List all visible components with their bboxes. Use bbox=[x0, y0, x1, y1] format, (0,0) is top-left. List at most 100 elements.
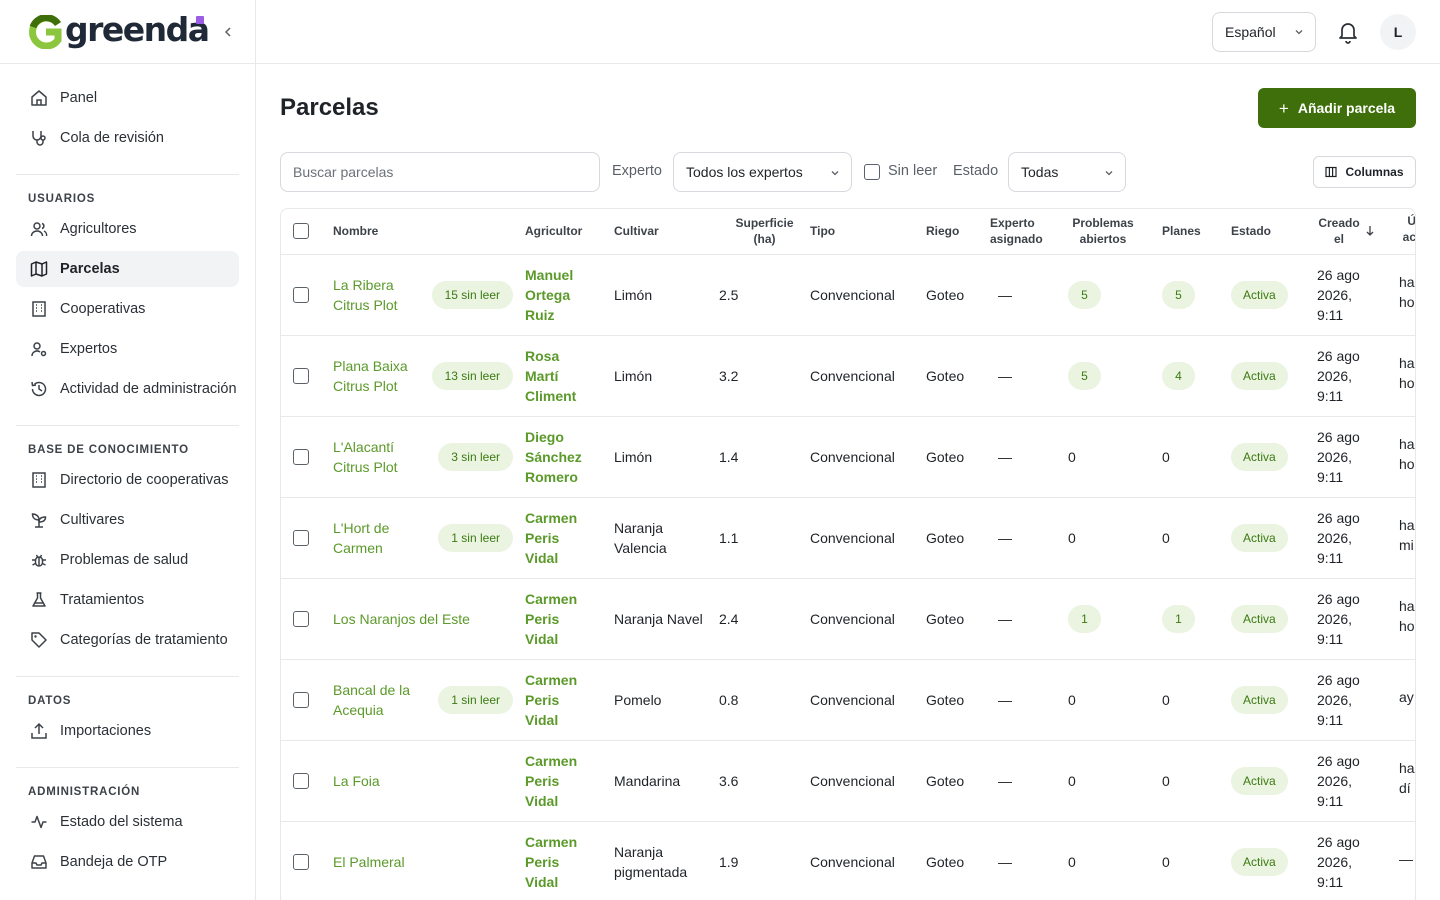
sidebar-item-flask[interactable]: Tratamientos bbox=[16, 582, 239, 618]
expert-cell: — bbox=[990, 821, 1068, 900]
expert-filter-select[interactable]: Todos los expertos bbox=[673, 152, 852, 192]
cultivar-cell: Limón bbox=[614, 335, 719, 417]
row-checkbox[interactable] bbox=[293, 610, 309, 627]
row-checkbox[interactable] bbox=[293, 691, 309, 708]
plans-cell: 1 bbox=[1162, 578, 1231, 660]
farmer-link[interactable]: Carmen Peris Vidal bbox=[525, 670, 585, 730]
problems-cell: 1 bbox=[1068, 578, 1162, 660]
type-cell: Convencional bbox=[810, 335, 926, 417]
table-row[interactable]: El Palmeral Carmen Peris Vidal Naranja pig… bbox=[281, 821, 1415, 900]
farmer-link[interactable]: Rosa Martí Climent bbox=[525, 346, 585, 406]
last-activity-value: — bbox=[1399, 851, 1413, 867]
plot-name-link[interactable]: L'Hort de Carmen bbox=[333, 518, 415, 558]
plans-badge: 1 bbox=[1162, 604, 1195, 633]
plot-name-link[interactable]: Los Naranjos del Este bbox=[333, 609, 470, 629]
plans-cell: 0 bbox=[1162, 659, 1231, 741]
farmer-link[interactable]: Manuel Ortega Ruiz bbox=[525, 265, 585, 325]
collapse-sidebar-button[interactable] bbox=[218, 22, 238, 42]
header-expert[interactable]: Experto asignado bbox=[990, 209, 1068, 255]
nav-group: USUARIOS Agricultores Parcelas Cooperativas… bbox=[16, 175, 239, 426]
farmer-cell: Rosa Martí Climent bbox=[525, 335, 614, 417]
expert-cell: — bbox=[990, 335, 1068, 417]
row-checkbox[interactable] bbox=[293, 367, 309, 384]
header-type[interactable]: Tipo bbox=[810, 209, 926, 255]
farmer-link[interactable]: Carmen Peris Vidal bbox=[525, 832, 585, 892]
problems-cell: 5 bbox=[1068, 254, 1162, 336]
plot-name-link[interactable]: Bancal de la Acequia bbox=[333, 680, 415, 720]
status-filter-value: Todas bbox=[1021, 164, 1059, 180]
upload-icon bbox=[30, 722, 48, 740]
row-checkbox[interactable] bbox=[293, 448, 309, 465]
plot-name-link[interactable]: La Ribera Citrus Plot bbox=[333, 275, 415, 315]
header-cultivar[interactable]: Cultivar bbox=[614, 209, 719, 255]
sidebar-item-bug[interactable]: Problemas de salud bbox=[16, 542, 239, 578]
last-activity-value: ha ho bbox=[1399, 274, 1415, 310]
header-name[interactable]: Nombre bbox=[333, 209, 525, 255]
sidebar-item-activity[interactable]: Estado del sistema bbox=[16, 804, 239, 840]
sidebar-item-stethoscope[interactable]: Cola de revisión bbox=[16, 120, 239, 156]
created-value: 26 ago 2026, 9:11 bbox=[1317, 590, 1360, 647]
plot-name-link[interactable]: L'Alacantí Citrus Plot bbox=[333, 437, 415, 477]
plus-icon: + bbox=[1278, 98, 1289, 118]
plot-name-link[interactable]: Plana Baixa Citrus Plot bbox=[333, 356, 415, 396]
sidebar-item-upload[interactable]: Importaciones bbox=[16, 713, 239, 749]
sidebar-item-user-cog[interactable]: Expertos bbox=[16, 331, 239, 367]
unread-label: Sin leer bbox=[888, 163, 938, 179]
plot-name-link[interactable]: La Foia bbox=[333, 771, 380, 791]
plot-name-cell: Los Naranjos del Este bbox=[333, 578, 525, 660]
plot-name-cell: Bancal de la Acequia 1 sin leer bbox=[333, 659, 525, 741]
sidebar-item-map[interactable]: Parcelas bbox=[16, 251, 239, 287]
irrigation-cell: Goteo bbox=[926, 335, 990, 417]
sidebar-item-inbox[interactable]: Bandeja de OTP bbox=[16, 844, 239, 880]
header-irrigation[interactable]: Riego bbox=[926, 209, 990, 255]
row-checkbox[interactable] bbox=[293, 853, 309, 870]
header-created[interactable]: Creado el bbox=[1317, 209, 1398, 255]
table-row[interactable]: La Foia Carmen Peris Vidal Mandarina 3.6 Con… bbox=[281, 740, 1415, 822]
table-row[interactable]: Plana Baixa Citrus Plot 13 sin leer Rosa M… bbox=[281, 335, 1415, 417]
header-area[interactable]: Superficie (ha) bbox=[719, 209, 810, 255]
farmer-link[interactable]: Diego Sánchez Romero bbox=[525, 427, 585, 487]
search-input[interactable] bbox=[280, 152, 600, 192]
header-problems[interactable]: Problemas abiertos bbox=[1068, 209, 1162, 255]
table-row[interactable]: La Ribera Citrus Plot 15 sin leer Manuel O… bbox=[281, 254, 1415, 336]
language-select[interactable]: Español bbox=[1212, 12, 1316, 52]
farmer-link[interactable]: Carmen Peris Vidal bbox=[525, 589, 585, 649]
header-plans[interactable]: Planes bbox=[1162, 209, 1231, 255]
header-farmer[interactable]: Agricultor bbox=[525, 209, 614, 255]
table-row[interactable]: L'Hort de Carmen 1 sin leer Carmen Peris V… bbox=[281, 497, 1415, 579]
bell-icon[interactable] bbox=[1336, 20, 1360, 44]
created-cell: 26 ago 2026, 9:11 bbox=[1317, 497, 1398, 579]
status-cell: Activa bbox=[1231, 497, 1317, 579]
sidebar-item-tag[interactable]: Categorías de tratamiento bbox=[16, 622, 239, 658]
select-all-checkbox[interactable] bbox=[293, 223, 309, 240]
farmer-link[interactable]: Carmen Peris Vidal bbox=[525, 751, 585, 811]
unread-badge: 15 sin leer bbox=[431, 280, 513, 309]
farmer-link[interactable]: Carmen Peris Vidal bbox=[525, 508, 585, 568]
language-value: Español bbox=[1225, 24, 1276, 40]
table-row[interactable]: Bancal de la Acequia 1 sin leer Carmen Per… bbox=[281, 659, 1415, 741]
cultivar-cell: Naranja Valencia bbox=[614, 497, 719, 579]
sidebar-item-history[interactable]: Actividad de administración bbox=[16, 371, 239, 407]
table-row[interactable]: Los Naranjos del Este Carmen Peris Vidal N… bbox=[281, 578, 1415, 660]
table-row[interactable]: L'Alacantí Citrus Plot 3 sin leer Diego Sá… bbox=[281, 416, 1415, 498]
sidebar-item-label: Panel bbox=[60, 90, 98, 106]
sidebar-item-users[interactable]: Agricultores bbox=[16, 211, 239, 247]
unread-checkbox[interactable] bbox=[864, 164, 880, 180]
sidebar-item-sprout[interactable]: Cultivares bbox=[16, 502, 239, 538]
plot-name-link[interactable]: El Palmeral bbox=[333, 852, 405, 872]
sidebar-item-building[interactable]: Cooperativas bbox=[16, 291, 239, 327]
sidebar-item-building[interactable]: Directorio de cooperativas bbox=[16, 462, 239, 498]
add-plot-button[interactable]: + Añadir parcela bbox=[1258, 88, 1416, 128]
plans-value: 0 bbox=[1162, 772, 1170, 789]
header-last-activity[interactable]: Ú ac bbox=[1398, 209, 1415, 255]
row-checkbox[interactable] bbox=[293, 286, 309, 303]
cultivar-cell: Naranja Navel bbox=[614, 578, 719, 660]
nav-group: Panel Cola de revisión bbox=[16, 64, 239, 175]
header-status[interactable]: Estado bbox=[1231, 209, 1317, 255]
row-checkbox[interactable] bbox=[293, 772, 309, 789]
status-filter-select[interactable]: Todas bbox=[1008, 152, 1126, 192]
sidebar-item-home[interactable]: Panel bbox=[16, 80, 239, 116]
avatar[interactable]: L bbox=[1380, 14, 1416, 50]
row-checkbox[interactable] bbox=[293, 529, 309, 546]
columns-button[interactable]: Columnas bbox=[1313, 156, 1416, 188]
